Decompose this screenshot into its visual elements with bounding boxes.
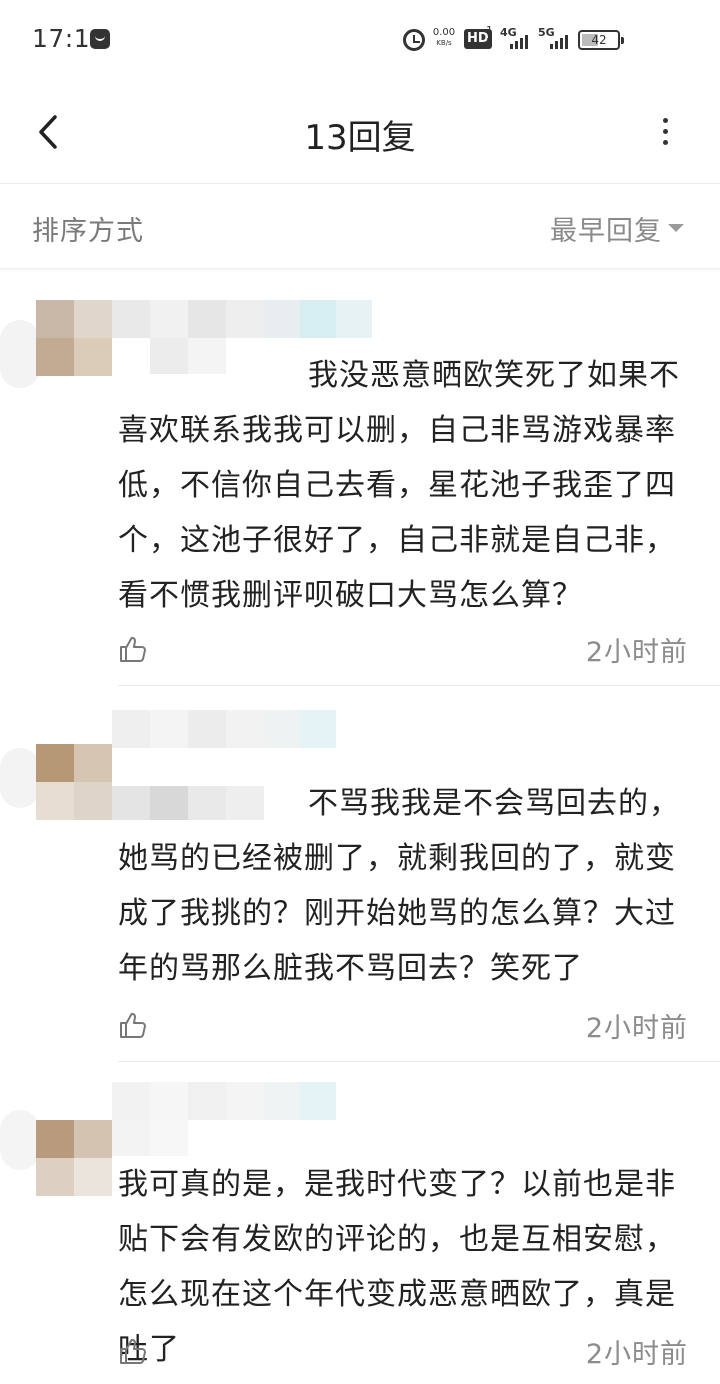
reply-content: 我没恶意晒欧笑死了如果不喜欢联系我我可以删，自己非骂游戏暴率低，不信你自己去看，… (118, 358, 680, 613)
caret-down-icon[interactable] (668, 224, 684, 232)
battery-level: 42 (591, 33, 607, 47)
network-speed-unit: KB/s (436, 39, 452, 47)
notification-app-icon (90, 29, 110, 49)
reply-item: 我没恶意晒欧笑死了如果不喜欢联系我我可以删，自己非骂游戏暴率低，不信你自己去看，… (0, 270, 720, 686)
header-bar: 13回复 (0, 80, 720, 184)
more-vertical-icon[interactable] (658, 114, 672, 150)
reply-item: 不骂我我是不会骂回去的，她骂的已经被删了，就剩我回的了，就变成了我挑的？刚开始她… (0, 688, 720, 1062)
sort-label: 排序方式 (32, 216, 144, 247)
hd-sim-bottom: 2 (486, 36, 493, 49)
thumbs-up-icon[interactable] (118, 1010, 148, 1040)
signal-icon (508, 33, 530, 49)
avatar[interactable] (36, 300, 112, 376)
reply-time: 2小时前 (585, 1339, 688, 1370)
network-speed: 0.00 KB/s (432, 27, 456, 49)
sort-dropdown[interactable]: 最早回复 (550, 209, 662, 248)
alarm-icon (403, 29, 425, 51)
network-speed-value: 0.00 (432, 27, 456, 38)
sort-bar: 排序方式 最早回复 (0, 185, 720, 269)
page-title: 13回复 (304, 118, 416, 158)
reply-time: 2小时前 (585, 1013, 688, 1044)
reply-item: 我可真的是，是我时代变了？以前也是非贴下会有发欧的评论的，也是互相安慰，怎么现在… (0, 1064, 720, 1384)
reply-time: 2小时前 (585, 637, 688, 668)
thumbs-up-icon[interactable] (118, 634, 148, 664)
divider (118, 685, 720, 686)
avatar[interactable] (36, 744, 112, 820)
hd-sim-indicator: 1 2 (486, 25, 493, 49)
thumbs-up-icon[interactable] (118, 1336, 148, 1366)
divider (118, 1061, 720, 1062)
reply-content: 不骂我我是不会骂回去的，她骂的已经被删了，就剩我回的了，就变成了我挑的？刚开始她… (118, 786, 680, 986)
avatar[interactable] (36, 1120, 112, 1196)
battery-icon: 42 (578, 30, 624, 50)
signal-icon (548, 33, 570, 49)
status-bar: 17:14 0.00 KB/s HD 1 2 4G 5G 42 (0, 0, 720, 80)
